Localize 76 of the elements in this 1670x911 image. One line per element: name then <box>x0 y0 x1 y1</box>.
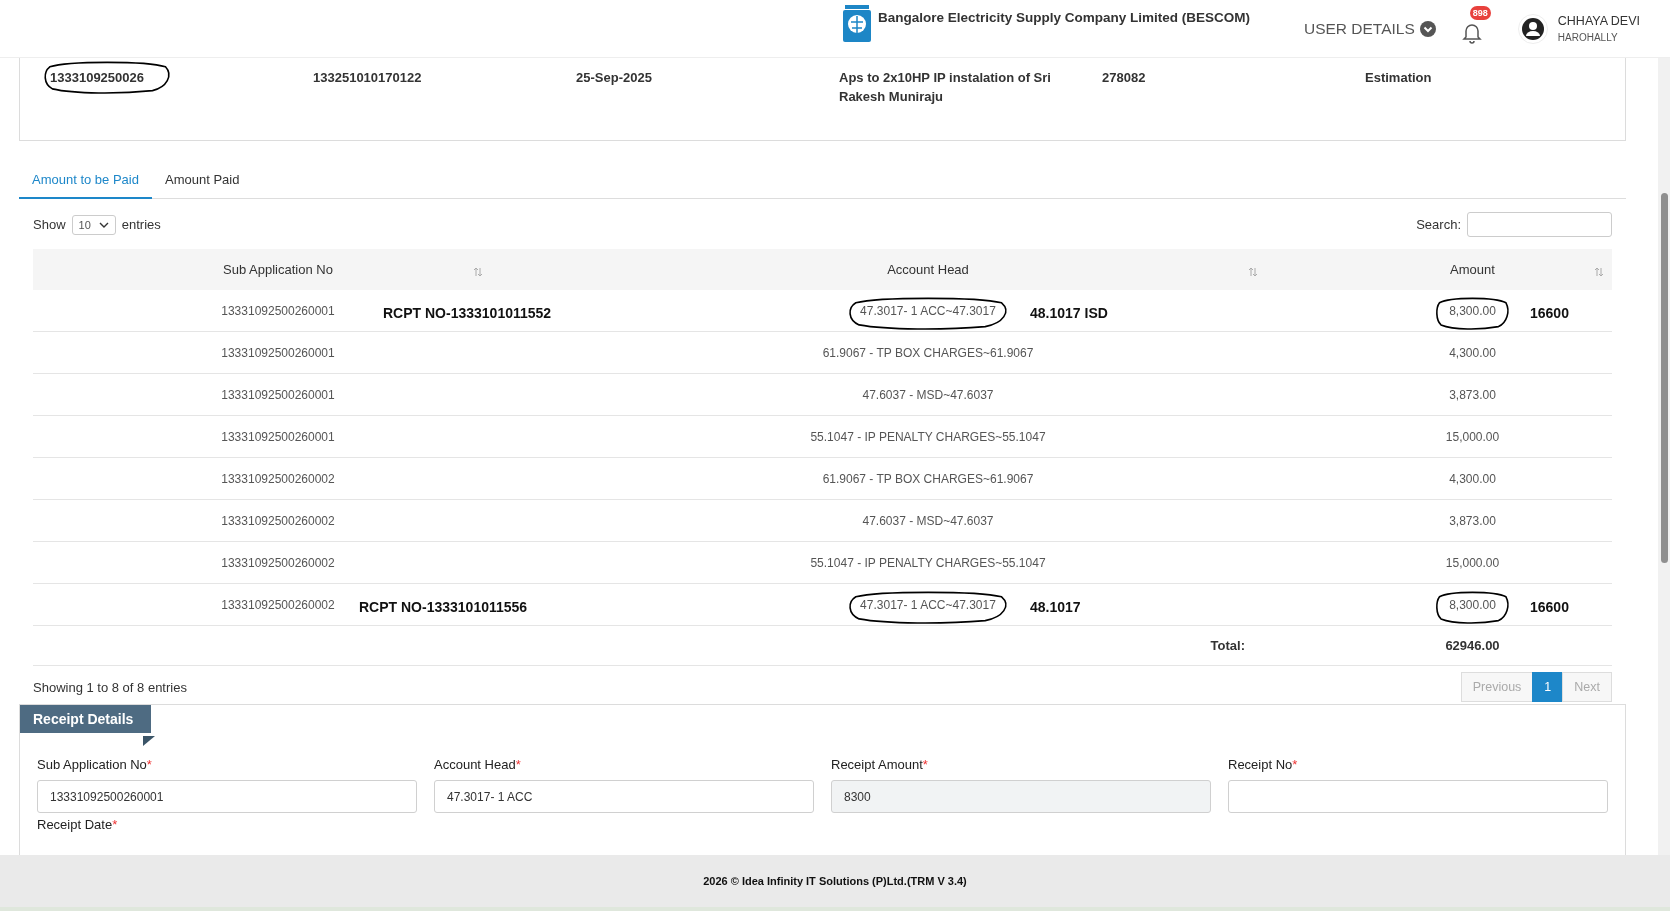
pagination-button[interactable]: 1 <box>1532 672 1564 702</box>
table-cell-text: 47.6037 - MSD~47.6037 <box>861 513 995 528</box>
handwritten-note: RCPT NO-1333101011556 <box>359 599 528 615</box>
input-field[interactable] <box>1228 780 1608 813</box>
handwritten-note: 48.1017 ISD <box>1030 305 1108 321</box>
application-value: Aps to 2x10HP IP instalation of Sri Rakesh Muniraju <box>839 69 1052 106</box>
table-cell: 47.3017- 1 ACC~47.3017 <box>854 303 1002 318</box>
table-cell-text: 13331092500260001 <box>220 429 336 444</box>
table-cell-text: 13331092500260001 <box>220 345 336 360</box>
table-cell-text: 15,000.00 <box>1444 555 1501 570</box>
total-label: Total: <box>1210 638 1245 653</box>
search-field[interactable] <box>1467 212 1612 237</box>
tab[interactable]: Amount Paid <box>151 162 253 199</box>
notification-badge: 898 <box>1469 5 1491 20</box>
sort-icon[interactable] <box>1248 267 1258 277</box>
table-cell-text: 61.9067 - TP BOX CHARGES~61.9067 <box>821 345 1035 360</box>
handwritten-note: 16600 <box>1530 305 1569 321</box>
field-label: Receipt Date* <box>37 817 119 832</box>
company-name: Bangalore Electricity Supply Company Limited (BESCOM) <box>877 9 1250 25</box>
show-label: Show <box>33 217 66 232</box>
table-cell-text: 4,300.00 <box>1448 471 1497 486</box>
handwritten-note: 16600 <box>1530 599 1569 615</box>
sort-icon[interactable] <box>473 267 483 277</box>
table-cell: 8,300.00 <box>1443 303 1502 318</box>
table-cell-text: 13331092500260001 <box>220 303 336 318</box>
handwritten-note: 48.1017 <box>1030 599 1081 615</box>
table-cell-text: 13331092500260001 <box>220 387 336 402</box>
table-cell-text: 13331092500260002 <box>220 555 336 570</box>
handwritten-note: RCPT NO-1333101011552 <box>383 305 552 321</box>
page-size-select[interactable]: 10 <box>71 214 116 235</box>
application-value: Estimation <box>1365 69 1433 87</box>
table-cell-text: 3,873.00 <box>1448 513 1497 528</box>
column-header[interactable]: Amount <box>1450 262 1495 277</box>
chevron-down-icon[interactable] <box>98 221 109 228</box>
user-details-menu[interactable]: USER DETAILS <box>1303 19 1436 38</box>
company-logo-icon <box>841 4 872 44</box>
input-field[interactable]: 13331092500260001 <box>37 780 417 813</box>
table-cell: 8,300.00 <box>1443 597 1502 612</box>
column-header[interactable]: Sub Application No <box>223 262 333 277</box>
table-cell-text: 61.9067 - TP BOX CHARGES~61.9067 <box>821 471 1035 486</box>
table-cell-text: 15,000.00 <box>1444 429 1501 444</box>
sort-icon[interactable] <box>1594 267 1604 277</box>
entries-info: Showing 1 to 8 of 8 entries <box>33 679 187 695</box>
application-value: 1333109250026 <box>50 68 164 87</box>
user-name: CHHAYA DEVI <box>1557 14 1640 28</box>
table-cell-text: 13331092500260002 <box>220 597 336 612</box>
application-value: 25-Sep-2025 <box>576 69 653 87</box>
table-cell-text: 3,873.00 <box>1448 387 1497 402</box>
table-cell-text: 55.1047 - IP PENALTY CHARGES~55.1047 <box>809 555 1047 570</box>
table-cell-text: 47.6037 - MSD~47.6037 <box>861 387 995 402</box>
search-label: Search: <box>1416 217 1461 232</box>
table-cell-text: 13331092500260002 <box>220 471 336 486</box>
user-location: HAROHALLY <box>1557 32 1619 43</box>
scrollbar[interactable] <box>1658 58 1670 855</box>
ribbon-fold-icon <box>143 736 155 746</box>
field-label: Receipt No* <box>1228 757 1299 772</box>
chevron-down-icon[interactable] <box>1419 20 1436 37</box>
field-label: Receipt Amount* <box>831 757 929 772</box>
tab[interactable]: Amount to be Paid <box>19 162 152 199</box>
input-field[interactable]: 8300 <box>831 780 1211 813</box>
application-value: 133251010170122 <box>313 69 423 87</box>
input-field[interactable]: 47.3017- 1 ACC <box>434 780 814 813</box>
avatar-icon[interactable] <box>1517 13 1548 44</box>
table-cell-text: 4,300.00 <box>1448 345 1497 360</box>
table-cell-text: 13331092500260002 <box>220 513 336 528</box>
column-header[interactable]: Account Head <box>887 262 969 277</box>
footer-text: 2026 © Idea Infinity IT Solutions (P)Ltd.(TRM V 3.4) <box>0 855 1670 911</box>
table-cell: 47.3017- 1 ACC~47.3017 <box>854 597 1002 612</box>
application-value: 278082 <box>1102 69 1147 87</box>
bell-icon[interactable] <box>1461 21 1482 44</box>
total-value: 62946.00 <box>1445 638 1500 653</box>
section-title: Receipt Details <box>20 705 152 733</box>
field-label: Account Head* <box>434 757 522 772</box>
table-cell-text: 55.1047 - IP PENALTY CHARGES~55.1047 <box>809 429 1047 444</box>
field-label: Sub Application No* <box>37 757 153 772</box>
entries-label: entries <box>121 217 161 232</box>
